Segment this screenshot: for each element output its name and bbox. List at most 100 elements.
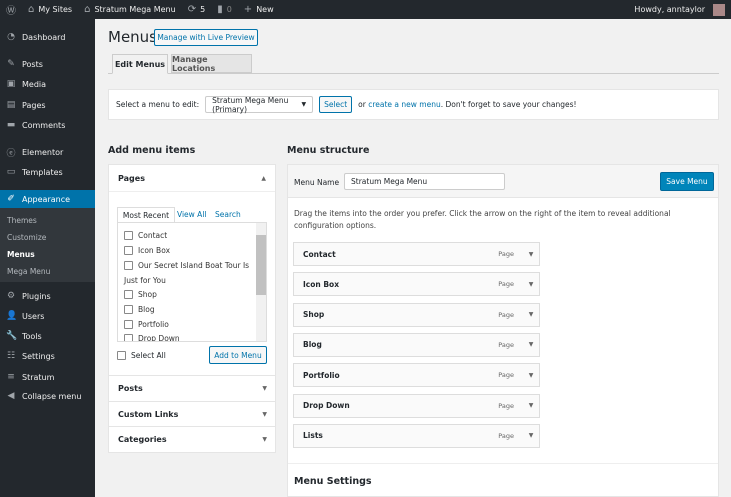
tab-most-recent[interactable]: Most Recent [117, 207, 175, 222]
page-title: Menus [108, 28, 157, 46]
page-checkbox-item[interactable]: Blog [124, 305, 155, 314]
page-checkbox-item[interactable]: Contact [124, 231, 167, 240]
save-menu-button[interactable]: Save Menu [660, 172, 714, 191]
site-name-button[interactable]: ⌂ Stratum Mega Menu [78, 0, 182, 19]
section-title: Posts [118, 383, 143, 393]
menu-item[interactable]: Icon Box Page ▼ [293, 272, 540, 297]
checkbox[interactable] [124, 231, 133, 240]
sidebar-item-label: Comments [22, 120, 66, 130]
expand-arrow-icon: ▼ [262, 435, 267, 443]
comments-button[interactable]: ▮ 0 [211, 0, 238, 19]
new-button[interactable]: + New [238, 0, 280, 19]
scrollbar-thumb[interactable] [256, 235, 266, 295]
sidebar-item-collapse-menu[interactable]: ◀ Collapse menu [0, 387, 95, 405]
pages-title: Pages [118, 173, 145, 183]
expand-arrow-icon[interactable]: ▼ [523, 402, 539, 409]
scrollbar[interactable] [256, 223, 266, 341]
menu-item[interactable]: Shop Page ▼ [293, 302, 540, 327]
instructions-text: Drag the items into the order you prefer… [294, 209, 671, 230]
live-preview-button[interactable]: Manage with Live Preview [154, 29, 258, 46]
sidebar-item-users[interactable]: 👤 Users [0, 307, 95, 325]
sidebar-item-appearance[interactable]: ✐ Appearance [0, 190, 95, 208]
menu-item[interactable]: Drop Down Page ▼ [293, 393, 540, 418]
menu-item-type: Page [498, 310, 514, 319]
submenu-item-menus[interactable]: Menus [7, 250, 35, 259]
sidebar-item-pages[interactable]: ▤ Pages [0, 96, 95, 114]
new-label: New [256, 5, 274, 14]
section-posts[interactable]: Posts ▼ [109, 375, 276, 400]
plugin-icon: ⚙ [6, 291, 16, 301]
menu-item[interactable]: Portfolio Page ▼ [293, 363, 540, 388]
tab-divider [108, 73, 719, 74]
select-menu-bar: Select a menu to edit: Stratum Mega Menu… [108, 89, 719, 120]
menu-item[interactable]: Contact Page ▼ [293, 242, 540, 266]
checkbox[interactable] [124, 290, 133, 299]
menu-select[interactable]: Stratum Mega Menu (Primary) ▼ [205, 96, 314, 114]
sidebar-item-settings[interactable]: ☷ Settings [0, 347, 95, 365]
expand-arrow-icon[interactable]: ▼ [523, 311, 539, 318]
pages-section-header[interactable]: Pages ▲ [109, 165, 275, 192]
select-all-checkbox[interactable]: Select All [117, 351, 166, 360]
add-to-menu-button[interactable]: Add to Menu [209, 346, 267, 364]
menu-name-input[interactable]: Stratum Mega Menu [344, 173, 505, 190]
collapse-icon: ◀ [7, 391, 15, 401]
submenu-item-mega-menu[interactable]: Mega Menu [7, 267, 50, 276]
sidebar-item-label: Posts [22, 59, 43, 69]
checkbox[interactable] [124, 320, 133, 329]
checkbox[interactable] [124, 261, 133, 270]
checkbox[interactable] [117, 351, 126, 360]
menu-item-type: Page [498, 431, 514, 440]
expand-arrow-icon[interactable]: ▼ [523, 251, 539, 258]
page-checkbox-item[interactable]: Portfolio [124, 320, 169, 329]
page-checkbox-item[interactable]: Icon Box [124, 246, 170, 255]
page-label-cont: Just for You [124, 276, 166, 285]
menu-name-value: Stratum Mega Menu [351, 177, 428, 186]
wp-logo-button[interactable]: Ⓦ [0, 0, 22, 19]
menu-item-type: Page [498, 371, 514, 380]
page-checkbox-item[interactable]: Shop [124, 290, 157, 299]
tab-edit-menus[interactable]: Edit Menus [112, 54, 168, 74]
sidebar-item-plugins[interactable]: ⚙ Plugins [0, 287, 95, 305]
sidebar-item-label: Collapse menu [22, 391, 82, 401]
expand-arrow-icon[interactable]: ▼ [523, 341, 539, 348]
my-sites-button[interactable]: ⌂ My Sites [22, 0, 78, 19]
page-checkbox-item[interactable]: Our Secret Island Boat Tour Is [124, 261, 249, 270]
sidebar-item-media[interactable]: ▣ Media [0, 75, 95, 93]
sidebar-item-stratum[interactable]: ≡ Stratum [0, 368, 95, 386]
sidebar-item-dashboard[interactable]: ◔ Dashboard [0, 28, 95, 46]
updates-count: 5 [200, 5, 206, 14]
sidebar-item-comments[interactable]: ▬ Comments [0, 116, 95, 134]
section-categories[interactable]: Categories ▼ [109, 426, 276, 451]
create-menu-link[interactable]: create a new menu [368, 100, 440, 109]
checkbox[interactable] [124, 334, 133, 341]
tab-view-all[interactable]: View All [177, 210, 206, 219]
media-icon: ▣ [6, 79, 16, 89]
expand-arrow-icon[interactable]: ▼ [523, 281, 539, 288]
menu-item-type: Page [498, 280, 514, 289]
sidebar-item-tools[interactable]: 🔧 Tools [0, 327, 95, 345]
updates-button[interactable]: ⟳ 5 [182, 0, 211, 19]
dashboard-icon: ◔ [7, 32, 15, 42]
section-custom-links[interactable]: Custom Links ▼ [109, 401, 276, 426]
section-title: Custom Links [118, 409, 179, 419]
sidebar-item-posts[interactable]: ✎ Posts [0, 55, 95, 73]
sidebar-item-label: Stratum [22, 372, 55, 382]
tab-search[interactable]: Search [215, 210, 241, 219]
sidebar-item-label: Plugins [22, 291, 51, 301]
account-button[interactable]: Howdy, anntaylor [628, 0, 731, 19]
page-checkbox-item[interactable]: Drop Down [124, 334, 180, 341]
submenu-item-themes[interactable]: Themes [7, 216, 37, 225]
sidebar-item-templates[interactable]: ▭ Templates [0, 163, 95, 181]
pin-icon: ✎ [7, 59, 15, 69]
submenu-item-customize[interactable]: Customize [7, 233, 46, 242]
select-button[interactable]: Select [319, 96, 353, 113]
menu-item[interactable]: Blog Page ▼ [293, 332, 540, 357]
expand-arrow-icon[interactable]: ▼ [523, 432, 539, 439]
checkbox[interactable] [124, 305, 133, 314]
page-label: Blog [138, 305, 155, 314]
checkbox[interactable] [124, 246, 133, 255]
tab-manage-locations[interactable]: Manage Locations [171, 54, 252, 73]
menu-item[interactable]: Lists Page ▼ [293, 423, 540, 448]
sidebar-item-elementor[interactable]: ⓔ Elementor [0, 143, 95, 161]
expand-arrow-icon[interactable]: ▼ [523, 372, 539, 379]
